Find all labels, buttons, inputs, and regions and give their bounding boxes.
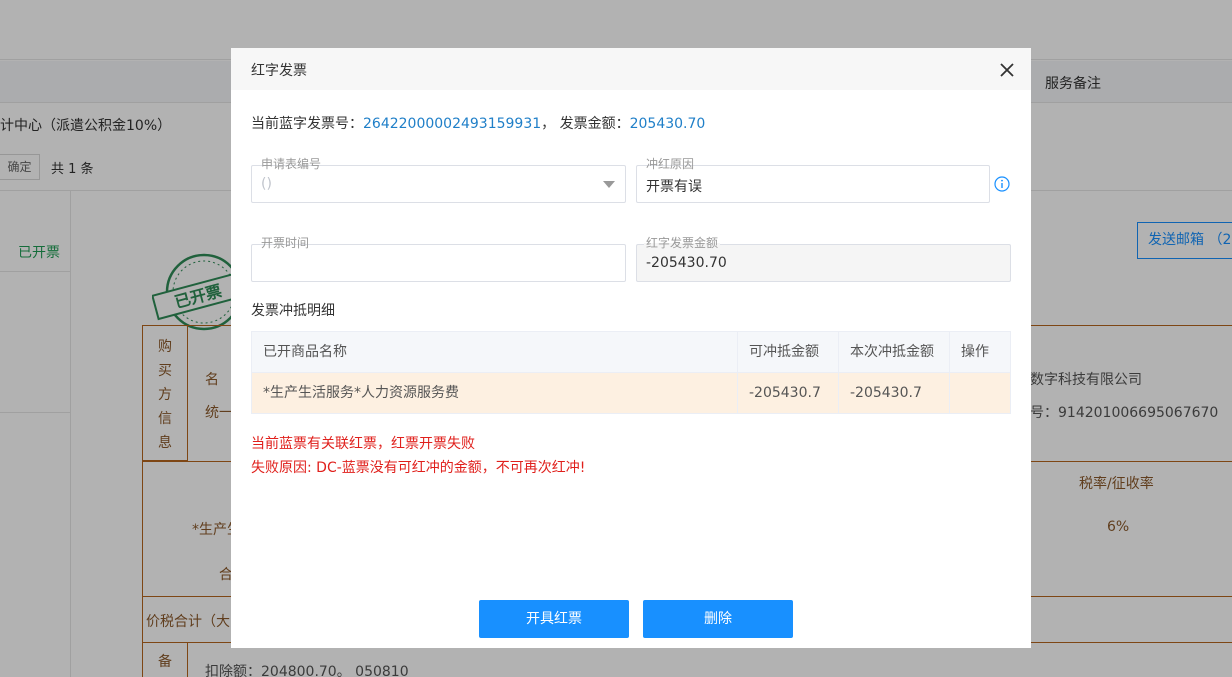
dialog-header: 红字发票 [231, 48, 1031, 90]
issue-time-field[interactable]: 开票时间 [251, 236, 626, 282]
issue-red-invoice-button[interactable]: 开具红票 [479, 600, 629, 638]
invoice-amount-label: ， 发票金额： [541, 116, 630, 132]
table-cell-actions [950, 373, 1012, 413]
red-reason-value: 开票有误 [646, 179, 702, 195]
blue-invoice-number: 26422000002493159931 [363, 116, 542, 132]
delete-button[interactable]: 删除 [643, 600, 793, 638]
info-icon[interactable] [994, 176, 1010, 192]
red-invoice-dialog: 红字发票 当前蓝字发票号：26422000002493159931， 发票金额：… [231, 48, 1031, 648]
application-number-value: () [261, 176, 272, 192]
close-icon[interactable] [997, 60, 1017, 80]
application-number-label: 申请表编号 [259, 157, 324, 171]
red-reason-field[interactable]: 冲红原因 开票有误 [636, 157, 990, 203]
dialog-title: 红字发票 [251, 63, 307, 79]
red-reason-label: 冲红原因 [644, 157, 697, 171]
table-cell-product-name: *生产生活服务*人力资源服务费 [252, 373, 738, 413]
column-header: 可冲抵金额 [738, 332, 839, 372]
offset-detail-table: 已开商品名称 可冲抵金额 本次冲抵金额 操作 *生产生活服务*人力资源服务费 -… [251, 331, 1011, 414]
offset-detail-title: 发票冲抵明细 [251, 303, 335, 319]
table-row[interactable]: *生产生活服务*人力资源服务费 -205430.7 -205430.7 [252, 373, 1010, 413]
table-header-row: 已开商品名称 可冲抵金额 本次冲抵金额 操作 [252, 332, 1010, 373]
issue-time-label: 开票时间 [259, 236, 312, 250]
invoice-info-line: 当前蓝字发票号：26422000002493159931， 发票金额：20543… [251, 113, 705, 133]
chevron-down-icon[interactable] [603, 181, 615, 188]
application-number-select[interactable]: 申请表编号 () [251, 157, 626, 203]
column-header: 操作 [961, 344, 989, 360]
blue-invoice-label: 当前蓝字发票号： [251, 116, 363, 132]
invoice-amount: 205430.70 [629, 116, 706, 132]
error-reason: 失败原因: DC-蓝票没有可红冲的金额，不可再次红冲! [251, 460, 586, 476]
error-message: 当前蓝票有关联红票，红票开票失败 [251, 436, 475, 452]
red-amount-field: 红字发票金额 -205430.70 [636, 236, 1011, 282]
column-header: 已开商品名称 [252, 332, 738, 372]
table-cell-offsettable-amount: -205430.7 [738, 373, 839, 413]
red-amount-value: -205430.70 [646, 255, 727, 271]
column-header: 本次冲抵金额 [839, 332, 950, 372]
red-amount-label: 红字发票金额 [644, 236, 721, 250]
table-cell-current-offset-amount: -205430.7 [839, 373, 950, 413]
